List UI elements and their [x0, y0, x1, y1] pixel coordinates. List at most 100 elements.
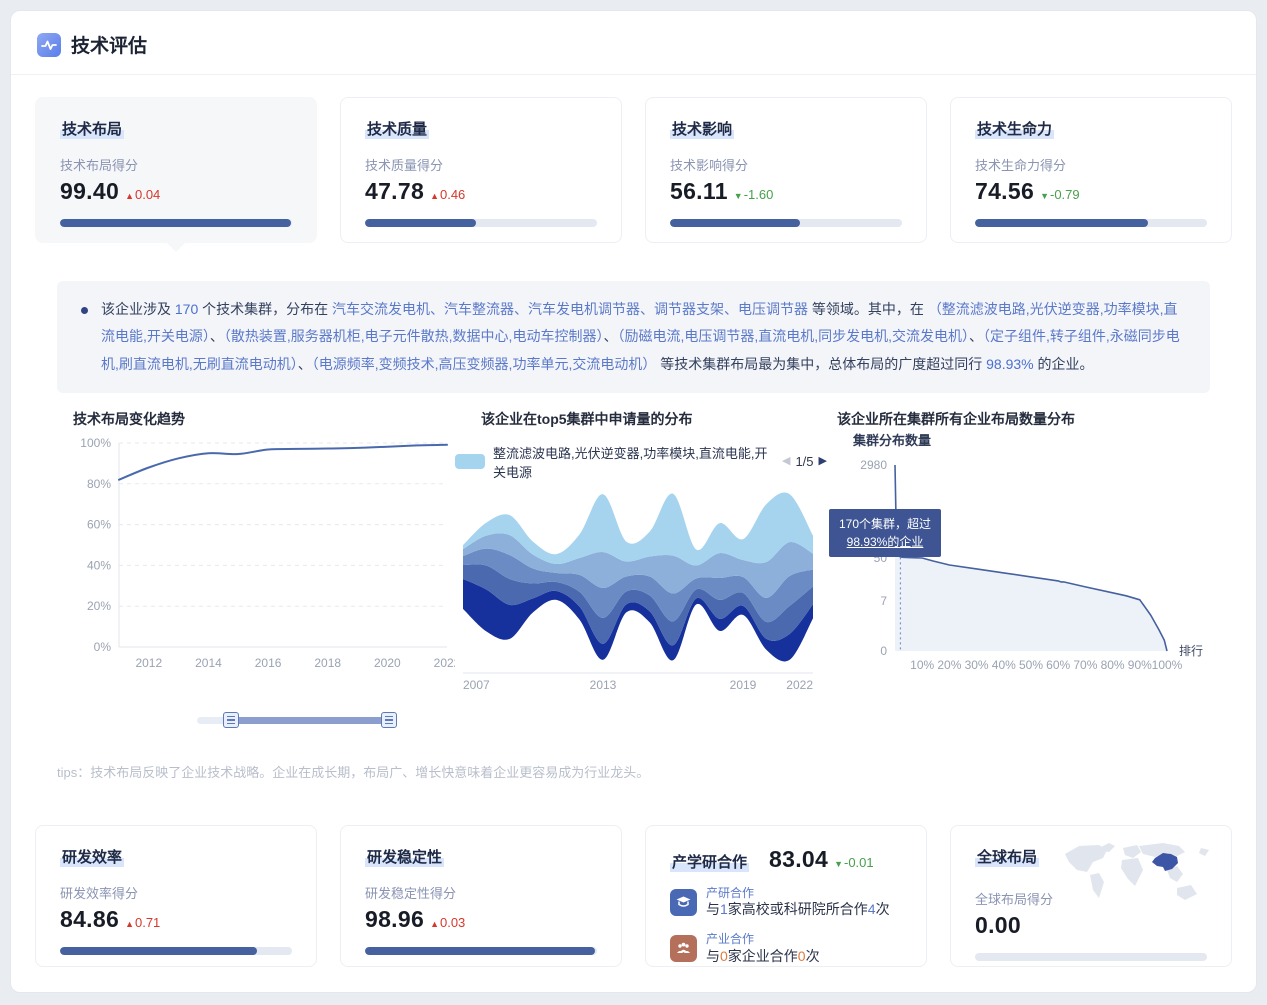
svg-text:2022: 2022: [434, 656, 455, 670]
score-progress-fill: [365, 219, 476, 227]
distribution-tooltip: 170个集群，超过 98.93%的企业: [829, 509, 941, 557]
svg-text:2013: 2013: [590, 678, 617, 692]
card-title: 技术质量: [365, 118, 429, 139]
tooltip-line1: 170个集群，超过: [839, 515, 931, 533]
svg-text:2018: 2018: [314, 656, 341, 670]
score-progress-track: [365, 219, 597, 227]
pulse-chart-icon: [37, 33, 61, 57]
score-progress-fill: [60, 219, 291, 227]
people-icon: [670, 935, 697, 962]
score-progress-track: [60, 219, 292, 227]
score-value: 74.56: [975, 178, 1034, 205]
svg-text:2016: 2016: [255, 656, 282, 670]
slider-window[interactable]: [231, 717, 389, 724]
score-progress-track: [975, 219, 1207, 227]
svg-text:0: 0: [880, 644, 887, 658]
pager-prev-icon[interactable]: ◀: [782, 456, 790, 467]
score-value: 98.96: [365, 906, 424, 933]
svg-text:100%: 100%: [80, 436, 111, 450]
card-tech-quality[interactable]: 技术质量 技术质量得分 47.78 ▲0.46: [340, 97, 622, 243]
distribution-area-chart[interactable]: 集群分布数量0750298010%20%30%40%50%60%70%80%90…: [837, 429, 1222, 687]
data-zoom-slider: [197, 712, 397, 728]
summary-text: 该企业涉及 170 个技术集群，分布在 汽车交流发电机、汽车整流器、汽车发电机调…: [101, 301, 1180, 372]
coop-detail: 与1家高校或科研院所合作4次: [706, 900, 890, 919]
svg-text:7: 7: [880, 594, 887, 608]
legend-label: 整流滤波电路,光伏逆变器,功率模块,直流电能,开关电源: [493, 443, 768, 481]
card-title: 全球布局: [975, 846, 1039, 867]
score-progress-fill: [670, 219, 800, 227]
section-header: 技术评估: [11, 11, 1256, 75]
svg-text:40%: 40%: [992, 658, 1016, 672]
svg-text:80%: 80%: [1101, 658, 1125, 672]
card-global-layout[interactable]: 全球布局 全球布局得分: [950, 825, 1232, 967]
distribution-chart-title: 该企业所在集群所有企业布局数量分布: [837, 409, 1222, 429]
svg-text:2014: 2014: [195, 656, 222, 670]
stream-graph[interactable]: 2007 2013 2019 2022: [455, 481, 821, 693]
pager-page: 1/5: [795, 454, 813, 469]
svg-text:2022: 2022: [786, 678, 813, 692]
svg-text:60%: 60%: [87, 517, 111, 531]
card-title: 研发稳定性: [365, 846, 444, 867]
score-value: 0.00: [975, 912, 1021, 939]
trend-chart-title: 技术布局变化趋势: [73, 409, 455, 429]
stream-chart-title: 该企业在top5集群中申请量的分布: [481, 409, 827, 429]
svg-text:70%: 70%: [1073, 658, 1097, 672]
tips-text: tips：技术布局反映了企业技术战略。企业在成长期，布局广、增长快意味着企业更容…: [57, 762, 1232, 781]
svg-text:2007: 2007: [463, 678, 490, 692]
svg-text:10%: 10%: [910, 658, 934, 672]
svg-text:20%: 20%: [87, 599, 111, 613]
svg-text:0%: 0%: [94, 640, 112, 654]
score-label: 技术影响得分: [670, 155, 902, 174]
metric-cards-row: 技术布局 技术布局得分 99.40 ▲0.04 技术质量 技术质量得分 47.7…: [35, 97, 1232, 243]
slider-right-handle[interactable]: [381, 712, 397, 728]
summary-box: 该企业涉及 170 个技术集群，分布在 汽车交流发电机、汽车整流器、汽车发电机调…: [57, 281, 1210, 393]
trend-chart-section: 技术布局变化趋势 0%20%40%60%80%100%2012201420162…: [35, 409, 455, 728]
score-progress-track: [60, 947, 292, 955]
svg-text:100%: 100%: [1152, 658, 1183, 672]
svg-text:2019: 2019: [730, 678, 757, 692]
tech-evaluation-panel: 技术评估 技术布局 技术布局得分 99.40 ▲0.04 技术质量 技术质量得分…: [10, 10, 1257, 993]
score-progress-track: [975, 953, 1207, 961]
svg-text:50%: 50%: [1019, 658, 1043, 672]
page-title: 技术评估: [71, 31, 147, 58]
card-tech-vitality[interactable]: 技术生命力 技术生命力得分 74.56 ▼-0.79: [950, 97, 1232, 243]
charts-row: 技术布局变化趋势 0% 20% 40% 60% 80% 100% 2012 2014 2016 2…: [35, 409, 1232, 728]
svg-text:20%: 20%: [937, 658, 961, 672]
trend-line-chart[interactable]: 0%20%40%60%80%100%2012201420162018202020…: [73, 429, 455, 681]
score-label: 技术布局得分: [60, 155, 292, 174]
card-rnd-efficiency[interactable]: 研发效率 研发效率得分 84.86 ▲0.71: [35, 825, 317, 967]
card-title: 研发效率: [60, 846, 124, 867]
slider-left-handle[interactable]: [223, 712, 239, 728]
score-value: 84.86: [60, 906, 119, 933]
pager-next-icon[interactable]: ▶: [819, 456, 827, 467]
svg-text:2020: 2020: [374, 656, 401, 670]
svg-text:60%: 60%: [1046, 658, 1070, 672]
card-title: 技术影响: [670, 118, 734, 139]
score-value: 99.40: [60, 178, 119, 205]
graduation-cap-icon: [670, 889, 697, 916]
card-title: 技术生命力: [975, 118, 1054, 139]
card-rnd-stability[interactable]: 研发稳定性 研发稳定性得分 98.96 ▲0.03: [340, 825, 622, 967]
score-delta: ▲0.04: [125, 187, 160, 202]
coop-detail: 与0家企业合作0次: [706, 947, 820, 966]
card-industry-academia[interactable]: 产学研合作 83.04 ▼-0.01 产研合作 与1家高校或科研院所合作4次: [645, 825, 927, 967]
score-delta: ▲0.71: [125, 915, 160, 930]
score-value: 56.11: [670, 178, 728, 205]
score-label: 技术质量得分: [365, 155, 597, 174]
stream-chart-section: 该企业在top5集群中申请量的分布 整流滤波电路,光伏逆变器,功率模块,直流电能…: [455, 409, 827, 728]
coop-label: 产研合作: [706, 886, 890, 900]
score-delta: ▲0.46: [430, 187, 465, 202]
svg-text:80%: 80%: [87, 477, 111, 491]
score-label: 研发稳定性得分: [365, 883, 597, 902]
svg-text:排行: 排行: [1179, 644, 1203, 658]
card-tech-layout[interactable]: 技术布局 技术布局得分 99.40 ▲0.04: [35, 97, 317, 243]
score-label: 研发效率得分: [60, 883, 292, 902]
score-progress-track: [670, 219, 902, 227]
coop-label: 产业合作: [706, 932, 820, 946]
svg-text:2012: 2012: [135, 656, 162, 670]
score-delta: ▼-0.01: [834, 855, 874, 870]
score-label: 技术生命力得分: [975, 155, 1207, 174]
card-tech-impact[interactable]: 技术影响 技术影响得分 56.11 ▼-1.60: [645, 97, 927, 243]
svg-text:集群分布数量: 集群分布数量: [852, 433, 931, 448]
academic-coop-row: 产研合作 与1家高校或科研院所合作4次: [670, 886, 902, 919]
